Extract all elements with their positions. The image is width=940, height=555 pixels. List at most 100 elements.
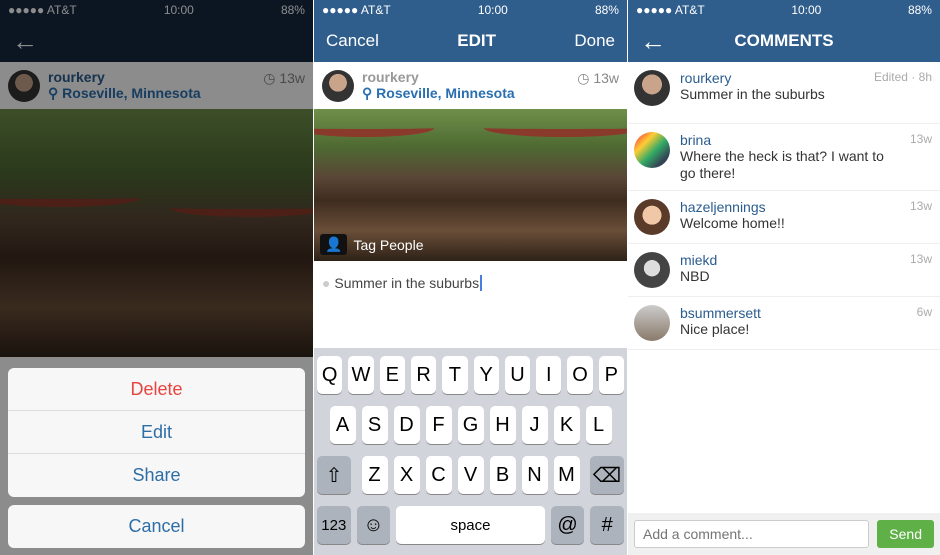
key-r[interactable]: R (410, 356, 437, 394)
avatar[interactable] (634, 199, 670, 235)
comment-time: 6w (916, 305, 932, 319)
key-y[interactable]: Y (473, 356, 499, 394)
cancel-sheet: Cancel (8, 505, 305, 548)
at-key[interactable]: @ (550, 506, 585, 544)
post-options-screen: ●●●●● AT&T 10:00 88% ← rourkery ⚲ Roseville… (0, 0, 313, 555)
comment-text: Welcome home!! (680, 215, 785, 231)
clock: 10:00 (791, 3, 822, 17)
numbers-key[interactable]: 123 (317, 506, 351, 544)
comment-item: bsummersett Nice place! 6w (628, 297, 940, 350)
cancel-edit-button[interactable]: Cancel (326, 31, 379, 51)
key-i[interactable]: I (536, 356, 562, 394)
post-header: rourkery ⚲ Roseville, Minnesota ◷ 13w (314, 62, 627, 109)
post-age: 13w (593, 70, 619, 86)
comment-time: 13w (909, 252, 932, 266)
key-h[interactable]: H (489, 406, 516, 444)
battery: 88% (907, 3, 932, 17)
comment-item: hazeljennings Welcome home!! 13w (628, 191, 940, 244)
key-z[interactable]: Z (361, 456, 388, 494)
comment-time: Edited · 8h (873, 70, 932, 84)
location[interactable]: Roseville, Minnesota (376, 85, 514, 101)
comment-text: NBD (680, 268, 710, 284)
caption-text: Summer in the suburbs (334, 275, 480, 291)
comment-item: miekd NBD 13w (628, 244, 940, 297)
caption-input[interactable]: ● Summer in the suburbs (314, 261, 627, 305)
carrier: ●●●●● AT&T (636, 3, 705, 17)
delete-button[interactable]: Delete (8, 368, 305, 411)
comment-input[interactable] (634, 520, 870, 548)
comment-time: 13w (909, 199, 932, 213)
comments-screen: ●●●●● AT&T 10:00 88% ← COMMENTS rourkery Sum… (628, 0, 940, 555)
tag-people-button[interactable]: 👤 Tag People (320, 234, 424, 255)
comment-username[interactable]: bsummersett (680, 305, 761, 321)
key-p[interactable]: P (598, 356, 624, 394)
key-g[interactable]: G (457, 406, 484, 444)
key-e[interactable]: E (379, 356, 405, 394)
battery: 88% (594, 3, 619, 17)
comment-text: Where the heck is that? I want to go the… (680, 148, 884, 181)
emoji-key[interactable]: ☺ (356, 506, 391, 544)
comment-username[interactable]: brina (680, 132, 892, 148)
comment-list: rourkery Summer in the suburbs Edited · 8h… (628, 62, 940, 350)
comment-text: Nice place! (680, 321, 750, 337)
key-d[interactable]: D (393, 406, 420, 444)
key-m[interactable]: M (553, 456, 580, 494)
cancel-button[interactable]: Cancel (8, 505, 305, 548)
post-photo: 👤 Tag People (314, 109, 627, 261)
avatar[interactable] (634, 305, 670, 341)
comment-username[interactable]: miekd (680, 252, 717, 268)
key-v[interactable]: V (457, 456, 484, 494)
person-icon: 👤 (320, 234, 348, 255)
key-x[interactable]: X (393, 456, 420, 494)
key-w[interactable]: W (348, 356, 374, 394)
comment-username[interactable]: hazeljennings (680, 199, 785, 215)
key-t[interactable]: T (442, 356, 468, 394)
comment-item: brina Where the heck is that? I want to g… (628, 124, 940, 191)
text-cursor (480, 275, 483, 291)
avatar[interactable] (634, 132, 670, 168)
send-button[interactable]: Send (877, 520, 934, 548)
comment-text: Summer in the suburbs (680, 86, 825, 102)
share-button[interactable]: Share (8, 454, 305, 497)
key-n[interactable]: N (521, 456, 548, 494)
page-title: COMMENTS (734, 31, 834, 50)
edit-button[interactable]: Edit (8, 411, 305, 454)
key-b[interactable]: B (489, 456, 516, 494)
clock-icon: ◷ (577, 70, 590, 86)
avatar[interactable] (634, 252, 670, 288)
key-o[interactable]: O (567, 356, 593, 394)
avatar[interactable] (634, 70, 670, 106)
key-f[interactable]: F (425, 406, 452, 444)
avatar (322, 69, 354, 102)
comment-bar: Send (628, 513, 940, 555)
action-sheet: Delete Edit Share (8, 368, 305, 497)
page-title: EDIT (457, 31, 496, 50)
done-button[interactable]: Done (574, 31, 615, 51)
backspace-key[interactable]: ⌫ (590, 456, 624, 494)
status-bar: ●●●●● AT&T 10:00 88% (628, 0, 940, 20)
keyboard: QWERTYUIOP ASDFGHJKL ⇧ Z X C V B N M ⌫ 123 ☺ spac… (314, 348, 627, 555)
key-j[interactable]: J (521, 406, 548, 444)
key-l[interactable]: L (585, 406, 612, 444)
comment-time: 13w (909, 132, 932, 146)
key-c[interactable]: C (425, 456, 452, 494)
key-u[interactable]: U (504, 356, 531, 394)
key-q[interactable]: Q (317, 356, 343, 394)
username: rourkery (362, 69, 419, 85)
shift-key[interactable]: ⇧ (317, 456, 351, 494)
clock: 10:00 (477, 3, 508, 17)
edit-screen: ●●●●● AT&T 10:00 88% Cancel EDIT Done rourke… (314, 0, 627, 555)
key-s[interactable]: S (361, 406, 388, 444)
speech-bubble-icon: ● (322, 275, 331, 291)
comment-username[interactable]: rourkery (680, 70, 825, 86)
key-a[interactable]: A (329, 406, 356, 444)
location-pin-icon: ⚲ (362, 85, 373, 101)
space-key[interactable]: space (396, 506, 545, 544)
comment-item: rourkery Summer in the suburbs Edited · 8h (628, 62, 940, 124)
back-arrow-icon[interactable]: ← (640, 26, 666, 57)
tag-people-label: Tag People (353, 236, 424, 253)
hash-key[interactable]: # (590, 506, 624, 544)
key-k[interactable]: K (553, 406, 580, 444)
status-bar: ●●●●● AT&T 10:00 88% (314, 0, 627, 20)
carrier: ●●●●● AT&T (322, 3, 391, 17)
